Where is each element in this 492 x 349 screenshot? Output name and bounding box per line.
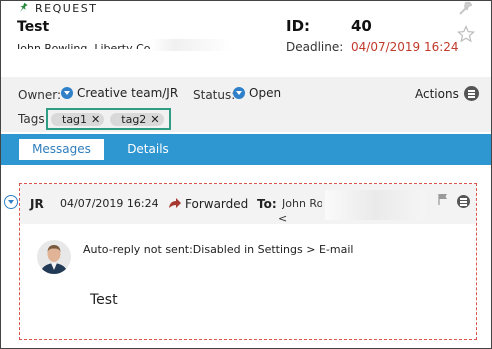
chevron-down-circle-icon bbox=[233, 87, 245, 99]
status-label: Status: bbox=[193, 88, 236, 102]
tab-details[interactable]: Details bbox=[113, 139, 183, 160]
expand-circle-icon[interactable] bbox=[4, 195, 18, 209]
menu-circle-icon[interactable] bbox=[457, 195, 470, 208]
to-recipient-email: < bbox=[278, 212, 288, 225]
status-value: Open bbox=[249, 86, 282, 100]
request-header: REQUEST Test John Rowling, Liberty Commu… bbox=[1, 1, 491, 77]
owner-label: Owner: bbox=[18, 88, 62, 102]
tag-label: tag1 bbox=[62, 112, 88, 126]
remove-tag-icon[interactable]: ✕ bbox=[150, 113, 159, 126]
to-recipient: John Rowling bbox=[282, 197, 322, 210]
request-window: REQUEST Test John Rowling, Liberty Commu… bbox=[0, 0, 492, 349]
message-body: Test bbox=[90, 292, 118, 308]
message-date: 04/07/2019 16:24 bbox=[60, 197, 159, 210]
tag-label: tag2 bbox=[121, 112, 147, 126]
request-type-label: REQUEST bbox=[35, 1, 98, 15]
message-header: JR 04/07/2019 16:24 Forwarded To: John R… bbox=[20, 184, 476, 225]
request-type-row: REQUEST bbox=[17, 1, 97, 15]
tab-bar: Messages Details bbox=[1, 134, 491, 165]
tag-chip[interactable]: tag1 ✕ bbox=[51, 112, 105, 126]
star-icon[interactable] bbox=[457, 25, 475, 43]
redacted-area bbox=[151, 39, 231, 51]
actions-label: Actions bbox=[415, 86, 459, 101]
tag-chip[interactable]: tag2 ✕ bbox=[110, 112, 164, 126]
chevron-down-circle-icon bbox=[61, 87, 73, 99]
to-label: To: bbox=[257, 197, 277, 211]
deadline-label: Deadline: bbox=[286, 40, 344, 54]
remove-tag-icon[interactable]: ✕ bbox=[91, 113, 100, 126]
actions-button[interactable]: Actions bbox=[415, 86, 479, 101]
owner-dropdown[interactable]: Creative team/JR bbox=[61, 86, 178, 100]
flag-icon[interactable] bbox=[438, 193, 448, 205]
menu-circle-icon bbox=[463, 86, 479, 101]
redacted-area bbox=[325, 190, 425, 220]
tags-field[interactable]: tag1 ✕ tag2 ✕ bbox=[46, 108, 171, 130]
message-card[interactable]: JR 04/07/2019 16:24 Forwarded To: John R… bbox=[19, 183, 477, 340]
status-dropdown[interactable]: Open bbox=[233, 86, 281, 100]
autoreply-notice: Auto-reply not sent:Disabled in Settings… bbox=[83, 243, 354, 256]
tab-messages[interactable]: Messages bbox=[19, 139, 104, 160]
forward-arrow-icon bbox=[169, 198, 181, 208]
request-properties: Owner: Creative team/JR Status: Open Act… bbox=[1, 77, 491, 132]
message-thread: JR 04/07/2019 16:24 Forwarded To: John R… bbox=[1, 165, 491, 348]
pin-icon bbox=[20, 2, 28, 13]
avatar bbox=[37, 240, 71, 274]
message-sender: JR bbox=[30, 197, 44, 211]
id-value: 40 bbox=[351, 17, 372, 35]
tags-label: Tags: bbox=[18, 112, 49, 126]
owner-value: Creative team/JR bbox=[77, 86, 179, 100]
request-title: Test bbox=[17, 19, 50, 35]
id-label: ID: bbox=[286, 17, 311, 35]
deadline-value: 04/07/2019 16:24 bbox=[351, 40, 459, 54]
message-action: Forwarded bbox=[185, 197, 249, 211]
wrench-icon[interactable] bbox=[457, 1, 473, 15]
